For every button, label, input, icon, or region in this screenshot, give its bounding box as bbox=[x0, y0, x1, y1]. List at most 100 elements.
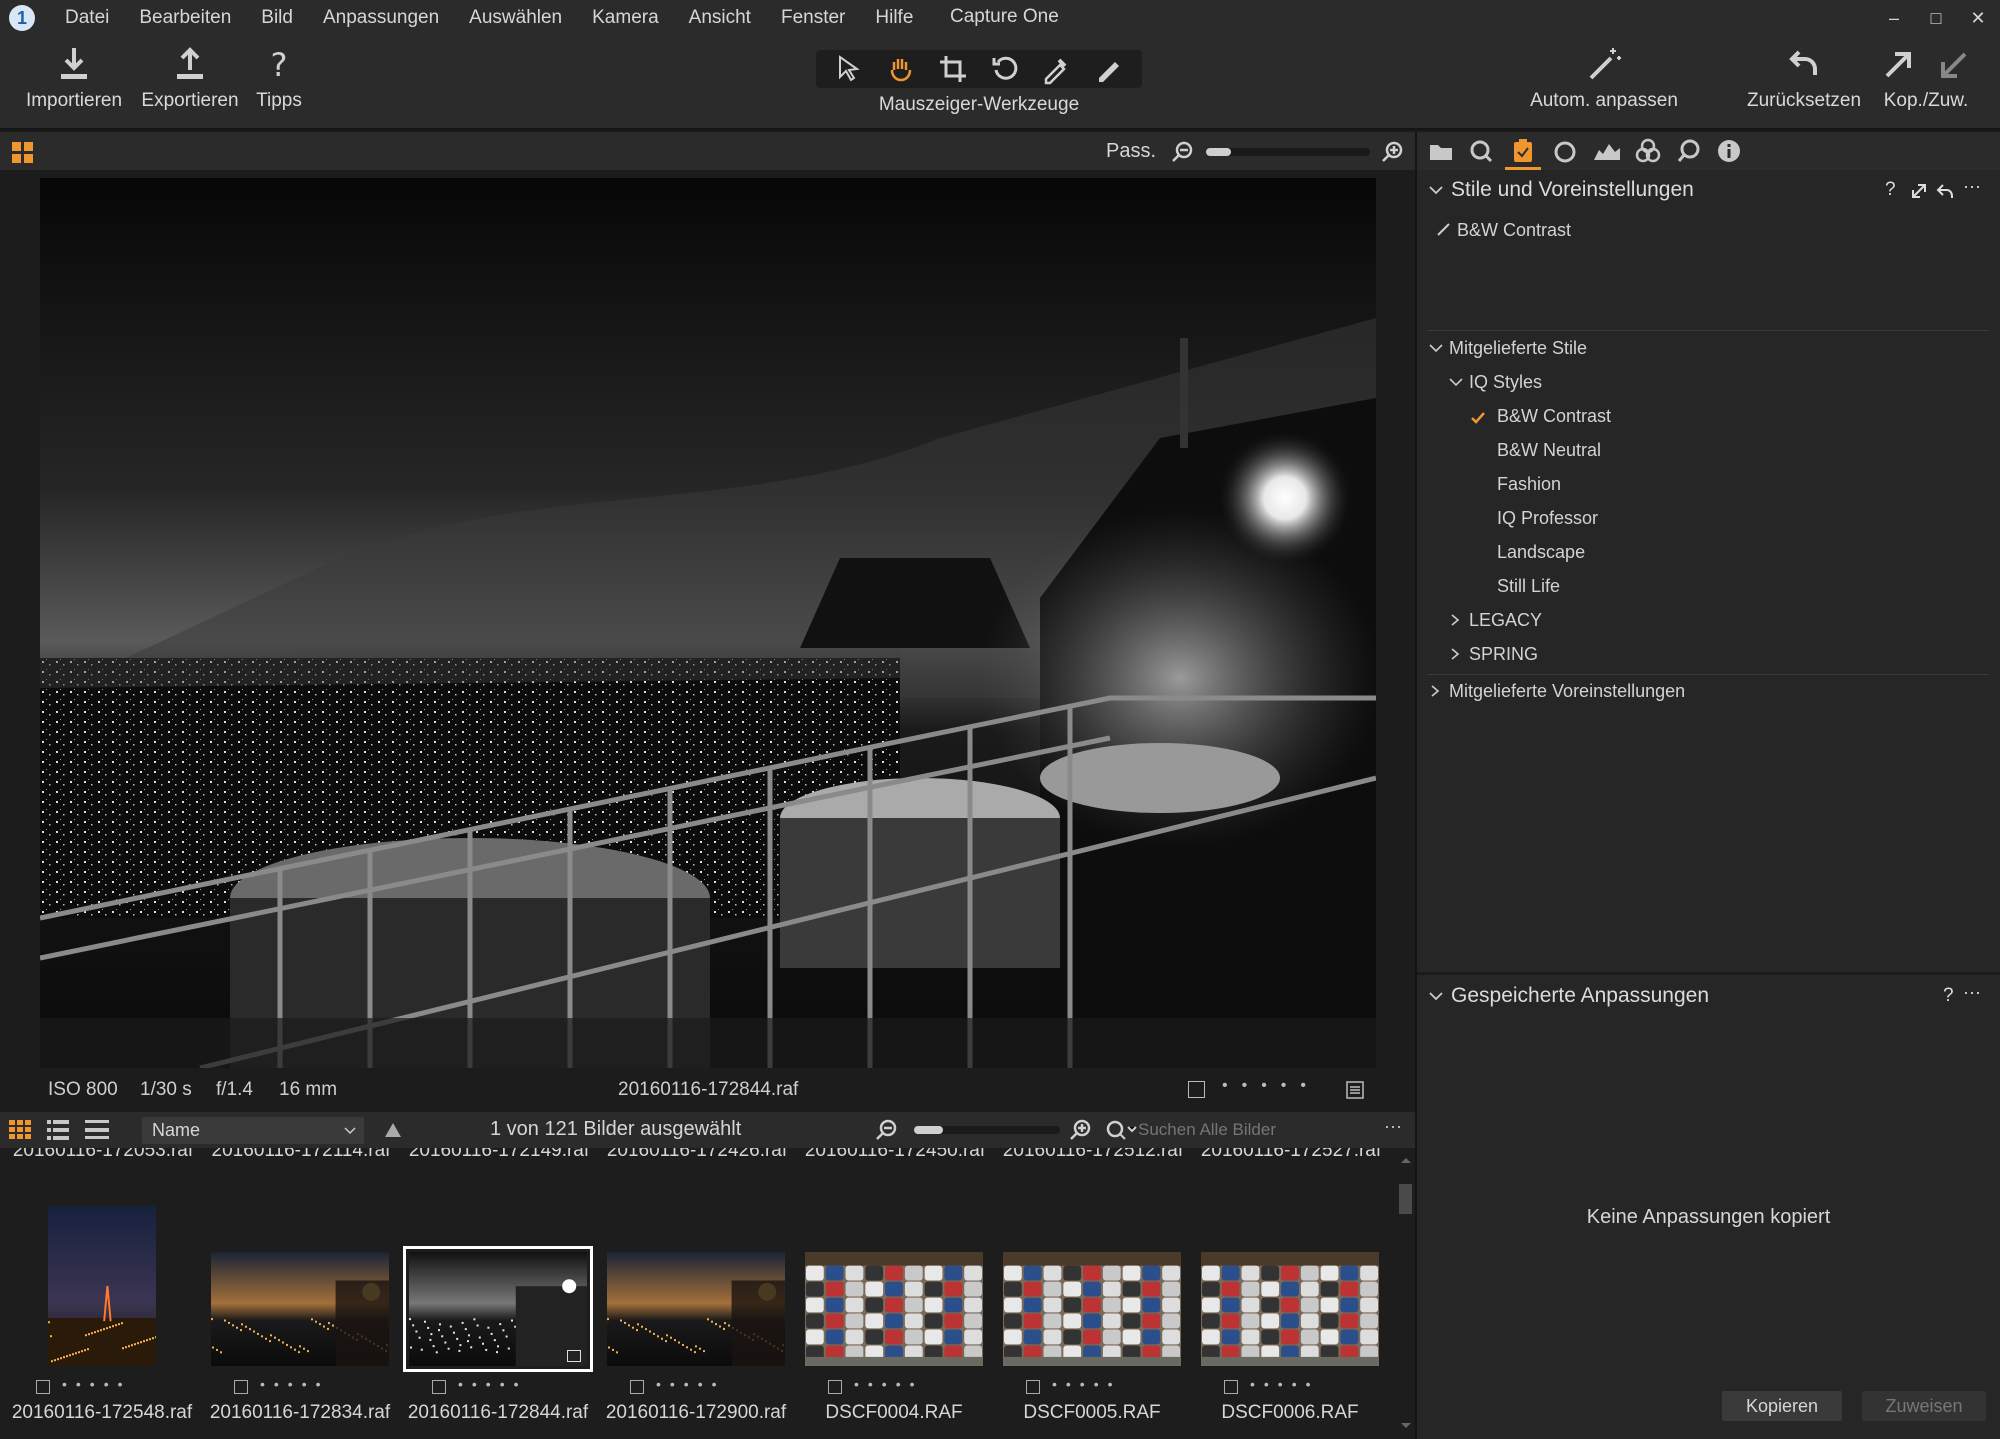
color-icon[interactable] bbox=[1553, 140, 1577, 164]
tab-adjustments[interactable] bbox=[1505, 132, 1541, 170]
browser-scrollbar[interactable] bbox=[1396, 1148, 1415, 1439]
style-item-still-life[interactable]: Still Life bbox=[1497, 576, 1560, 597]
zoom-slider[interactable] bbox=[1206, 148, 1370, 156]
info-list-icon[interactable] bbox=[1346, 1081, 1364, 1099]
rotate-icon[interactable] bbox=[990, 54, 1020, 84]
help-icon[interactable]: ? bbox=[1885, 179, 1896, 201]
thumbnail-image[interactable] bbox=[1201, 1252, 1379, 1366]
pan-hand-icon[interactable] bbox=[886, 54, 916, 84]
color-tag-checkbox[interactable] bbox=[828, 1380, 842, 1394]
tree-builtin-styles[interactable]: Mitgelieferte Stile bbox=[1429, 338, 1587, 359]
folder-icon[interactable] bbox=[1429, 141, 1453, 161]
color-tag-checkbox[interactable] bbox=[1224, 1380, 1238, 1394]
filmstrip-view-icon[interactable] bbox=[85, 1120, 109, 1140]
select-pointer-icon[interactable] bbox=[835, 54, 865, 84]
style-item-landscape[interactable]: Landscape bbox=[1497, 542, 1585, 563]
thumbnail-item[interactable]: ••••• DSCF0004.RAF bbox=[796, 1148, 992, 1439]
export-button[interactable]: Exportieren bbox=[138, 46, 242, 112]
copy-apply-button[interactable]: Kop./Zuw. bbox=[1874, 46, 1978, 112]
crop-icon[interactable] bbox=[938, 54, 968, 84]
menu-auswaehlen[interactable]: Auswählen bbox=[469, 7, 562, 29]
tips-button[interactable]: ? Tipps bbox=[248, 46, 310, 112]
thumbnail-item[interactable]: ••••• 20160116-172548.raf bbox=[4, 1148, 200, 1439]
thumbnail-image[interactable] bbox=[211, 1252, 389, 1366]
thumbnail-item[interactable]: ••••• 20160116-172844.raf bbox=[400, 1148, 596, 1439]
close-button[interactable]: ✕ bbox=[1958, 4, 1998, 32]
grid-view-icon[interactable] bbox=[12, 142, 34, 164]
menu-hilfe[interactable]: Hilfe bbox=[875, 7, 913, 29]
rating-dots[interactable]: ••••• bbox=[260, 1376, 330, 1392]
thumbnail-item[interactable]: ••••• 20160116-172834.raf bbox=[202, 1148, 398, 1439]
zoom-in-icon[interactable] bbox=[1382, 141, 1404, 163]
thumbnail-item[interactable]: ••••• DSCF0006.RAF bbox=[1192, 1148, 1388, 1439]
brush-icon[interactable] bbox=[1093, 54, 1123, 84]
color-tag-checkbox[interactable] bbox=[1188, 1081, 1205, 1098]
thumb-size-handle[interactable] bbox=[914, 1126, 944, 1134]
thumbnail-image[interactable] bbox=[1003, 1252, 1181, 1366]
picker-icon[interactable] bbox=[1041, 54, 1071, 85]
thumbnail-image[interactable] bbox=[48, 1206, 156, 1366]
minimize-button[interactable]: – bbox=[1874, 4, 1914, 32]
exposure-icon[interactable] bbox=[1593, 141, 1621, 161]
saved-section-header[interactable]: Gespeicherte Anpassungen ? ··· bbox=[1417, 976, 2000, 1018]
menu-ansicht[interactable]: Ansicht bbox=[689, 7, 751, 29]
menu-anpassungen[interactable]: Anpassungen bbox=[323, 7, 439, 29]
help-icon[interactable]: ? bbox=[1943, 985, 1954, 1007]
sort-select[interactable]: Name bbox=[142, 1117, 364, 1144]
thumbnail-image[interactable] bbox=[607, 1252, 785, 1366]
thumb-zoom-out-icon[interactable] bbox=[876, 1119, 898, 1141]
thumbnail-image[interactable] bbox=[403, 1246, 593, 1372]
scroll-down-icon[interactable] bbox=[1400, 1422, 1412, 1430]
rating-dots[interactable]: ••••• bbox=[1250, 1376, 1320, 1392]
style-item-fashion[interactable]: Fashion bbox=[1497, 474, 1561, 495]
color-tag-checkbox[interactable] bbox=[1026, 1380, 1040, 1394]
import-button[interactable]: Importieren bbox=[22, 46, 126, 112]
rating-dots[interactable]: ••••• bbox=[854, 1376, 924, 1392]
thumb-size-slider[interactable] bbox=[914, 1126, 1060, 1134]
style-item-iq-professor[interactable]: IQ Professor bbox=[1497, 508, 1598, 529]
color-tag-checkbox[interactable] bbox=[432, 1380, 446, 1394]
browser-more-icon[interactable]: ··· bbox=[1384, 1116, 1402, 1137]
rating-dots[interactable]: ••••• bbox=[1052, 1376, 1122, 1392]
menu-datei[interactable]: Datei bbox=[65, 7, 109, 29]
thumbnail-image[interactable] bbox=[805, 1252, 983, 1366]
styles-section-header[interactable]: Stile und Voreinstellungen ? ··· bbox=[1417, 170, 2000, 212]
menu-fenster[interactable]: Fenster bbox=[781, 7, 845, 29]
sort-direction-icon[interactable] bbox=[384, 1122, 402, 1138]
details-icon[interactable] bbox=[1635, 138, 1661, 164]
thumbnail-item[interactable]: ••••• DSCF0005.RAF bbox=[994, 1148, 1190, 1439]
rating-dots[interactable]: ••••• bbox=[62, 1376, 132, 1392]
search-icon[interactable] bbox=[1106, 1119, 1137, 1141]
menu-bild[interactable]: Bild bbox=[261, 7, 293, 29]
tree-spring[interactable]: SPRING bbox=[1449, 644, 1538, 665]
tree-legacy[interactable]: LEGACY bbox=[1449, 610, 1542, 631]
apply-button[interactable]: Zuweisen bbox=[1862, 1391, 1986, 1421]
main-photo[interactable] bbox=[40, 178, 1376, 1068]
rating-dots[interactable]: ••••• bbox=[656, 1376, 726, 1392]
style-item-bw-neutral[interactable]: B&W Neutral bbox=[1497, 440, 1601, 461]
expand-icon[interactable] bbox=[1911, 183, 1927, 199]
copy-button[interactable]: Kopieren bbox=[1722, 1391, 1842, 1421]
list-view-icon[interactable] bbox=[47, 1120, 69, 1140]
thumb-zoom-in-icon[interactable] bbox=[1070, 1119, 1092, 1141]
menu-kamera[interactable]: Kamera bbox=[592, 7, 659, 29]
zoom-slider-handle[interactable] bbox=[1206, 148, 1231, 156]
grid-thumbs-icon[interactable] bbox=[9, 1120, 31, 1140]
capture-icon[interactable] bbox=[1469, 139, 1493, 163]
scrollbar-thumb[interactable] bbox=[1399, 1184, 1412, 1214]
menu-bearbeiten[interactable]: Bearbeiten bbox=[139, 7, 231, 29]
more-options-icon[interactable]: ··· bbox=[1963, 176, 1981, 197]
scroll-up-icon[interactable] bbox=[1400, 1156, 1412, 1164]
reset-tool-icon[interactable] bbox=[1936, 183, 1953, 199]
rating-dots[interactable]: ••••• bbox=[1222, 1077, 1320, 1095]
style-item-bw-contrast[interactable]: B&W Contrast bbox=[1497, 406, 1611, 427]
rating-dots[interactable]: ••••• bbox=[458, 1376, 528, 1392]
color-tag-checkbox[interactable] bbox=[36, 1380, 50, 1394]
color-tag-checkbox[interactable] bbox=[630, 1380, 644, 1394]
reset-button[interactable]: Zurücksetzen bbox=[1746, 46, 1862, 112]
zoom-fit-label[interactable]: Pass. bbox=[1106, 140, 1156, 163]
tree-iq-styles[interactable]: IQ Styles bbox=[1449, 372, 1542, 393]
maximize-button[interactable]: □ bbox=[1916, 4, 1956, 32]
search-tab-icon[interactable] bbox=[1677, 139, 1701, 163]
thumbnail-item[interactable]: ••••• 20160116-172900.raf bbox=[598, 1148, 794, 1439]
